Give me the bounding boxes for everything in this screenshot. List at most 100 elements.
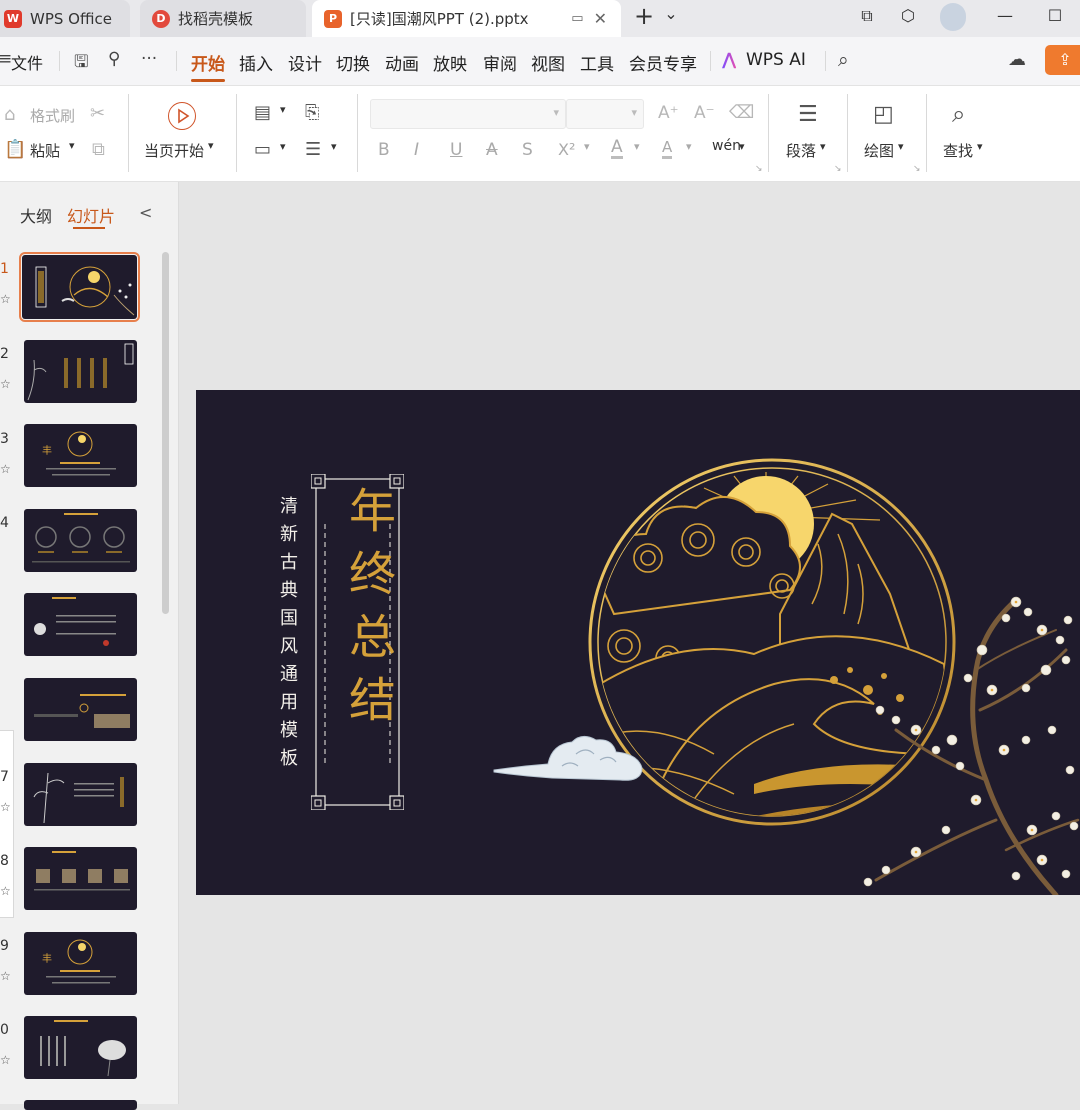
menu-slideshow[interactable]: 放映 xyxy=(433,50,467,75)
slide-title[interactable]: 年终总结 xyxy=(333,486,402,738)
star-icon[interactable]: ☆ xyxy=(0,292,11,306)
slide-thumbnail-4[interactable] xyxy=(24,509,137,572)
share-button[interactable]: ⇪ xyxy=(1045,45,1080,75)
tab-template[interactable]: D 找稻壳模板 xyxy=(140,0,306,37)
menu-membership[interactable]: 会员专享 xyxy=(629,50,697,75)
section-icon[interactable]: ☰ xyxy=(305,139,321,160)
close-icon[interactable]: ✕ xyxy=(594,9,607,28)
cloud-upload-icon[interactable]: ☁ xyxy=(1008,49,1026,70)
paste-button[interactable]: 粘贴 xyxy=(30,140,60,161)
chevron-down-icon[interactable]: ▾ xyxy=(634,140,640,153)
chevron-down-icon[interactable]: ▾ xyxy=(820,140,826,153)
new-slide-icon[interactable]: ▤ xyxy=(254,102,271,123)
layout-icon[interactable]: ▭ xyxy=(254,139,271,160)
paragraph-dialog-launcher-icon[interactable]: ↘ xyxy=(834,164,842,174)
bold-button[interactable]: B xyxy=(378,140,390,160)
scrollbar[interactable] xyxy=(162,252,169,614)
menu-home[interactable]: 开始 xyxy=(191,50,225,75)
eraser-icon[interactable]: ⌫ xyxy=(729,102,754,123)
star-icon[interactable]: ☆ xyxy=(0,1053,11,1067)
chevron-down-icon[interactable]: ▾ xyxy=(208,139,214,152)
tab-dropdown-icon[interactable]: ⌄ xyxy=(659,4,683,23)
draw-dialog-launcher-icon[interactable]: ↘ xyxy=(913,164,921,174)
chevron-down-icon[interactable]: ▾ xyxy=(739,140,745,153)
slide-thumbnail-6[interactable] xyxy=(24,678,137,741)
star-icon[interactable]: ☆ xyxy=(0,884,11,898)
font-dialog-launcher-icon[interactable]: ↘ xyxy=(755,164,763,174)
new-tab-button[interactable]: + xyxy=(632,2,656,30)
window-tile-icon[interactable]: ⧉ xyxy=(855,6,879,26)
highlight-button[interactable]: A xyxy=(662,138,673,159)
menu-transition[interactable]: 切换 xyxy=(336,50,370,75)
tab-wps-office[interactable]: W WPS Office xyxy=(0,0,130,37)
slide-number: 2 xyxy=(0,346,9,362)
slide-thumbnail-7[interactable] xyxy=(24,763,137,826)
chevron-down-icon[interactable]: ▾ xyxy=(584,140,590,153)
collapse-panel-button[interactable]: < xyxy=(139,203,152,222)
play-from-current-button[interactable]: 当页开始 xyxy=(144,140,204,161)
reuse-slide-icon[interactable]: ⎘ xyxy=(305,102,319,123)
font-grow-icon[interactable]: A⁺ xyxy=(658,103,679,123)
menu-tools[interactable]: 工具 xyxy=(580,50,614,75)
chevron-down-icon[interactable]: ▾ xyxy=(331,140,337,153)
minimize-button[interactable]: — xyxy=(993,6,1017,25)
search-icon[interactable]: ⌕ xyxy=(838,49,849,71)
tab-document[interactable]: P [只读]国潮风PPT (2).pptx ▭ ✕ xyxy=(312,0,621,37)
screen-icon[interactable]: ▭ xyxy=(571,11,583,26)
star-icon[interactable]: ☆ xyxy=(0,800,11,814)
slide-thumbnail-9[interactable]: 丰 xyxy=(24,932,137,995)
draw-button[interactable]: 绘图 xyxy=(864,140,894,161)
slide-thumbnail-1[interactable] xyxy=(19,252,140,322)
font-color-button[interactable]: A xyxy=(611,138,623,159)
save-icon[interactable]: 🖫 xyxy=(74,49,88,78)
slide-thumbnail-5[interactable] xyxy=(24,593,137,656)
format-painter-icon: ⌂ xyxy=(4,104,16,125)
shadow-button[interactable]: S xyxy=(522,140,533,160)
menu-file[interactable]: 文件 xyxy=(11,50,43,74)
find-button[interactable]: 查找 xyxy=(943,140,973,161)
more-button[interactable]: ··· xyxy=(141,49,157,69)
avatar[interactable] xyxy=(940,3,966,31)
slide-subtitle[interactable]: 清新古典国风通用模板 xyxy=(274,496,300,776)
chevron-down-icon[interactable]: ▾ xyxy=(280,140,286,153)
maximize-button[interactable]: ☐ xyxy=(1043,6,1067,25)
italic-button[interactable]: I xyxy=(414,140,419,160)
font-size-select[interactable]: ▾ xyxy=(566,99,644,129)
format-painter-button[interactable]: 格式刷 xyxy=(30,105,75,126)
menu-view[interactable]: 视图 xyxy=(531,50,565,75)
chevron-down-icon[interactable]: ▾ xyxy=(977,140,983,153)
chevron-down-icon[interactable]: ▾ xyxy=(280,103,286,116)
font-family-select[interactable]: ▾ xyxy=(370,99,566,129)
slide-thumbnail-3[interactable]: 丰 xyxy=(24,424,137,487)
menu-wps-ai[interactable]: WPS AI xyxy=(746,50,806,70)
slide-thumbnail-8[interactable] xyxy=(24,847,137,910)
menu-design[interactable]: 设计 xyxy=(288,50,322,75)
font-shrink-icon[interactable]: A⁻ xyxy=(694,103,715,123)
slide-thumbnail-2[interactable] xyxy=(24,340,137,403)
menu-insert[interactable]: 插入 xyxy=(239,50,273,75)
chevron-down-icon[interactable]: ▾ xyxy=(686,140,692,153)
cube-icon[interactable]: ⬡ xyxy=(896,6,920,25)
strikethrough-button[interactable]: A xyxy=(486,140,498,160)
tab-slides[interactable]: 幻灯片 xyxy=(67,203,115,227)
menu-animation[interactable]: 动画 xyxy=(385,50,419,75)
chevron-down-icon[interactable]: ▾ xyxy=(69,139,75,152)
chevron-down-icon[interactable]: ▾ xyxy=(898,140,904,153)
slide-number: 4 xyxy=(0,515,9,531)
underline-button[interactable]: U xyxy=(450,140,462,160)
tab-outline[interactable]: 大纲 xyxy=(20,203,52,227)
slide-thumbnail-11[interactable] xyxy=(24,1100,137,1110)
star-icon[interactable]: ☆ xyxy=(0,462,11,476)
star-icon[interactable]: ☆ xyxy=(0,969,11,983)
slide-canvas[interactable]: 清新古典国风通用模板 年终总结 xyxy=(196,390,1080,895)
phonetic-button[interactable]: wén xyxy=(712,138,741,154)
menu-review[interactable]: 审阅 xyxy=(483,50,517,75)
star-icon[interactable]: ☆ xyxy=(0,377,11,391)
slide-thumbnail-10[interactable] xyxy=(24,1016,137,1079)
paragraph-button[interactable]: 段落 xyxy=(786,140,816,161)
copy-icon[interactable]: ⧉ xyxy=(92,139,105,160)
brush-icon[interactable]: ⚲ xyxy=(108,49,120,69)
paste-icon: 📋 xyxy=(4,139,27,160)
superscript-button[interactable]: X² xyxy=(558,140,575,159)
cut-icon[interactable]: ✂ xyxy=(90,103,105,124)
